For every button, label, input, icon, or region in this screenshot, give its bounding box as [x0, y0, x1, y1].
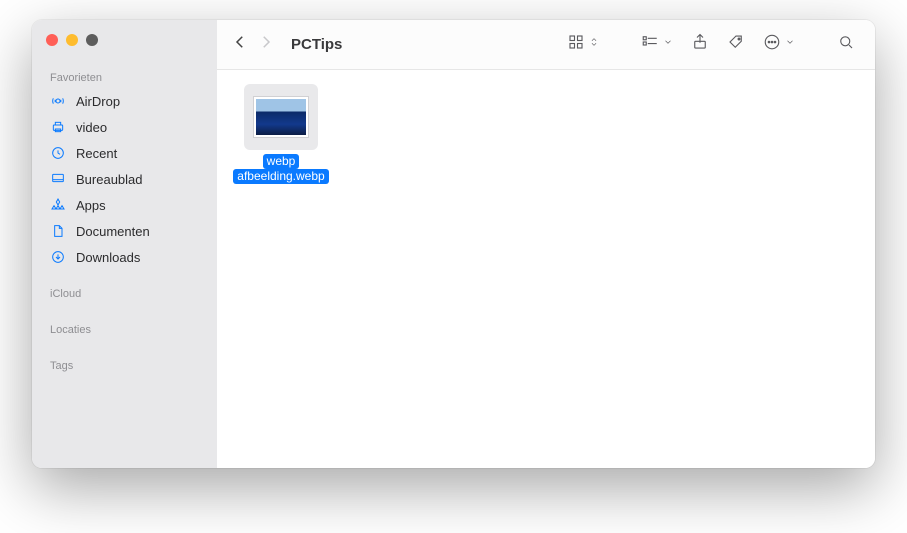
sidebar-item-label: Documenten	[76, 224, 150, 239]
sidebar-section-header: Tags	[32, 354, 217, 376]
sidebar-item-label: Apps	[76, 198, 106, 213]
sidebar-section-header: Locaties	[32, 318, 217, 340]
sidebar-item-airdrop[interactable]: AirDrop	[32, 88, 217, 114]
grid-icon	[567, 33, 585, 56]
desktop-icon	[50, 171, 66, 187]
airdrop-icon	[50, 93, 66, 109]
group-icon	[641, 33, 659, 56]
search-icon	[837, 33, 855, 56]
forward-button[interactable]	[257, 33, 275, 56]
document-icon	[50, 223, 66, 239]
zoom-window-button[interactable]	[86, 34, 98, 46]
file-item[interactable]: webp afbeelding.webp	[231, 84, 331, 184]
sidebar: Favorieten AirDrop video Recent Bureaubl…	[32, 20, 217, 468]
toolbar: PCTips	[217, 20, 875, 70]
close-window-button[interactable]	[46, 34, 58, 46]
chevron-down-icon	[785, 33, 795, 56]
actions-button[interactable]	[757, 29, 801, 60]
group-by-button[interactable]	[635, 29, 679, 60]
back-button[interactable]	[231, 33, 249, 56]
tag-icon	[727, 33, 745, 56]
sidebar-item-desktop[interactable]: Bureaublad	[32, 166, 217, 192]
sidebar-item-label: Downloads	[76, 250, 140, 265]
share-icon	[691, 33, 709, 56]
clock-icon	[50, 145, 66, 161]
sidebar-item-label: Recent	[76, 146, 117, 161]
window-controls	[32, 34, 217, 46]
view-mode-button[interactable]	[561, 29, 605, 60]
finder-window: Favorieten AirDrop video Recent Bureaubl…	[32, 20, 875, 468]
updown-icon	[589, 33, 599, 56]
folder-title: PCTips	[291, 36, 342, 53]
sidebar-item-documents[interactable]: Documenten	[32, 218, 217, 244]
printer-icon	[50, 119, 66, 135]
minimize-window-button[interactable]	[66, 34, 78, 46]
sidebar-section-header: Favorieten	[32, 66, 217, 88]
search-button[interactable]	[831, 29, 861, 60]
sidebar-item-label: video	[76, 120, 107, 135]
sidebar-item-downloads[interactable]: Downloads	[32, 244, 217, 270]
main-area: PCTips	[217, 20, 875, 468]
sidebar-section-header: iCloud	[32, 282, 217, 304]
download-icon	[50, 249, 66, 265]
apps-icon	[50, 197, 66, 213]
file-grid[interactable]: webp afbeelding.webp	[217, 70, 875, 468]
sidebar-item-label: Bureaublad	[76, 172, 143, 187]
sidebar-item-video[interactable]: video	[32, 114, 217, 140]
file-thumbnail	[244, 84, 318, 150]
sidebar-item-recent[interactable]: Recent	[32, 140, 217, 166]
ellipsis-circle-icon	[763, 33, 781, 56]
sidebar-item-label: AirDrop	[76, 94, 120, 109]
share-button[interactable]	[685, 29, 715, 60]
sidebar-item-apps[interactable]: Apps	[32, 192, 217, 218]
chevron-down-icon	[663, 33, 673, 56]
tags-button[interactable]	[721, 29, 751, 60]
file-name-label[interactable]: webp afbeelding.webp	[233, 154, 328, 184]
nav-arrows	[231, 33, 275, 56]
